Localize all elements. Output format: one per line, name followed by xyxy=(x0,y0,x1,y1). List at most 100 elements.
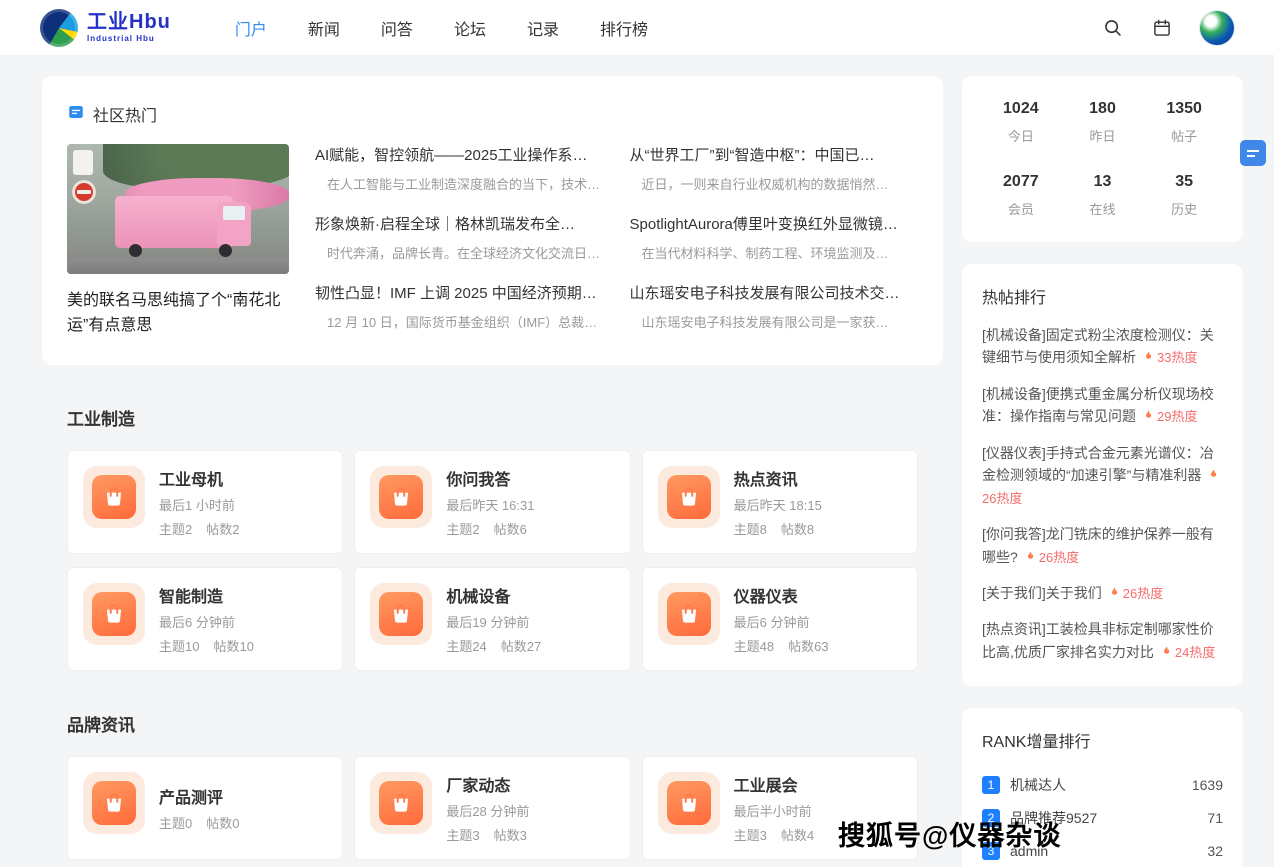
forum-card[interactable]: 产品测评 主题0 帖数0 xyxy=(67,756,343,860)
hot-post-item[interactable]: [仪器仪表]手持式合金元素光谱仪：冶金检测领域的“加速引擎”与精准利器 26热度 xyxy=(982,442,1223,511)
hot-section-title: 社区热门 xyxy=(93,102,157,126)
forum-bag-icon xyxy=(370,583,432,645)
rank-user: 机械达人 xyxy=(1010,775,1192,795)
stat-label: 会员 xyxy=(980,199,1062,218)
forum-posts: 帖数0 xyxy=(206,813,239,832)
hot-post-item[interactable]: [机械设备]固定式粉尘浓度检测仪：关键细节与使用须知全解析33热度 xyxy=(982,324,1223,370)
rank-title: RANK增量排行 xyxy=(982,728,1223,752)
rank-score: 71 xyxy=(1207,810,1223,826)
section-title-brand: 品牌资讯 xyxy=(67,711,943,736)
logo-icon xyxy=(40,9,78,47)
rank-score: 1639 xyxy=(1192,777,1223,793)
forum-card[interactable]: 智能制造 最后6 分钟前 主题10 帖数10 xyxy=(67,567,343,671)
main-nav: 门户 新闻 问答 论坛 记录 排行榜 xyxy=(235,16,648,40)
forum-last-post: 最后昨天 16:31 xyxy=(446,495,534,514)
nav-item-news[interactable]: 新闻 xyxy=(308,16,340,40)
featured-post: 美的联名马思纯搞了个“南花北运”有点意思 xyxy=(67,144,289,339)
hot-post-item[interactable]: [你问我答]龙门铣床的维护保养一般有哪些?26热度 xyxy=(982,523,1223,569)
hot-post-heat: 33热度 xyxy=(1157,350,1197,365)
flame-icon xyxy=(1024,547,1036,569)
news-desc: 时代奔涌，品牌长青。在全球经济文化交流日… xyxy=(315,243,604,262)
stat-label: 帖子 xyxy=(1143,126,1225,145)
nav-item-ranking[interactable]: 排行榜 xyxy=(600,16,648,40)
forum-bag-icon xyxy=(370,772,432,834)
floating-signin-button[interactable] xyxy=(1240,140,1266,166)
flame-icon xyxy=(1142,347,1154,369)
stat-yesterday: 180 昨日 xyxy=(1062,100,1144,145)
flame-icon xyxy=(1207,465,1219,487)
news-item[interactable]: 从“世界工厂”到“智造中枢”：中国已… 近日，一则来自行业权威机构的数据悄然… xyxy=(630,144,919,193)
rank-score: 32 xyxy=(1207,843,1223,859)
forum-stats: 主题10 帖数10 xyxy=(159,636,254,655)
forum-name: 热点资讯 xyxy=(734,466,822,490)
forum-card[interactable]: 热点资讯 最后昨天 18:15 主题8 帖数8 xyxy=(642,450,918,554)
news-desc: 近日，一则来自行业权威机构的数据悄然… xyxy=(630,174,919,193)
news-desc: 在人工智能与工业制造深度融合的当下，技术… xyxy=(315,174,604,193)
forum-posts: 帖数4 xyxy=(781,825,814,844)
forum-topics: 主题48 xyxy=(734,636,774,655)
news-item[interactable]: AI赋能，智控领航——2025工业操作系… 在人工智能与工业制造深度融合的当下，… xyxy=(315,144,604,193)
image-truck-window xyxy=(223,206,245,220)
page: 工业Hbu Industrial Hbu 门户 新闻 问答 论坛 记录 排行榜 xyxy=(0,0,1274,867)
forum-name: 智能制造 xyxy=(159,583,254,607)
forum-posts: 帖数27 xyxy=(501,636,541,655)
forum-grid-industry: 工业母机 最后1 小时前 主题2 帖数2 你问我答 最后昨天 16:31 xyxy=(67,450,918,671)
featured-post-title[interactable]: 美的联名马思纯搞了个“南花北运”有点意思 xyxy=(67,289,289,339)
hot-post-item[interactable]: [热点资讯]工装检具非标定制哪家性价比高,优质厂家排名实力对比24热度 xyxy=(982,618,1223,664)
forum-topics: 主题2 xyxy=(446,519,479,538)
rank-row[interactable]: 1 机械达人 1639 xyxy=(982,768,1223,801)
stat-posts: 1350 帖子 xyxy=(1143,100,1225,145)
flame-icon xyxy=(1160,642,1172,664)
hot-post-heat: 29热度 xyxy=(1157,409,1197,424)
news-item[interactable]: SpotlightAurora傅里叶变换红外显微镜… 在当代材料科学、制药工程、… xyxy=(630,213,919,262)
hot-post-item[interactable]: [机械设备]便携式重金属分析仪现场校准：操作指南与常见问题29热度 xyxy=(982,383,1223,429)
hot-post-text: [仪器仪表]手持式合金元素光谱仪：冶金检测领域的“加速引擎”与精准利器 xyxy=(982,445,1214,483)
hot-post-item[interactable]: [关于我们]关于我们26热度 xyxy=(982,582,1223,605)
stat-today: 1024 今日 xyxy=(980,100,1062,145)
forum-card[interactable]: 机械设备 最后19 分钟前 主题24 帖数27 xyxy=(354,567,630,671)
forum-last-post: 最后6 分钟前 xyxy=(159,612,254,631)
rank-number: 1 xyxy=(982,776,1000,794)
hot-post-heat: 24热度 xyxy=(1175,645,1215,660)
stat-online: 13 在线 xyxy=(1062,173,1144,218)
hot-post-heat: 26热度 xyxy=(982,491,1022,506)
forum-posts: 帖数6 xyxy=(494,519,527,538)
news-item[interactable]: 山东瑶安电子科技发展有限公司技术交… 山东瑶安电子科技发展有限公司是一家获… xyxy=(630,282,919,331)
user-avatar[interactable] xyxy=(1200,11,1234,45)
forum-topics: 主题24 xyxy=(446,636,486,655)
community-hot-card: 社区热门 xyxy=(42,76,943,365)
forum-card[interactable]: 厂家动态 最后28 分钟前 主题3 帖数3 xyxy=(354,756,630,860)
forum-name: 仪器仪表 xyxy=(734,583,829,607)
news-item[interactable]: 韧性凸显！IMF 上调 2025 中国经济预期… 12 月 10 日，国际货币基… xyxy=(315,282,604,331)
nav-item-records[interactable]: 记录 xyxy=(527,16,559,40)
hot-posts-title: 热帖排行 xyxy=(982,284,1223,308)
nav-item-qa[interactable]: 问答 xyxy=(381,16,413,40)
watermark: 搜狐号@仪器杂谈 xyxy=(838,814,1061,853)
forum-last-post: 最后6 分钟前 xyxy=(734,612,829,631)
forum-bag-icon xyxy=(658,772,720,834)
forum-topics: 主题10 xyxy=(159,636,199,655)
news-title: SpotlightAurora傅里叶变换红外显微镜… xyxy=(630,213,919,234)
site-logo[interactable]: 工业Hbu Industrial Hbu xyxy=(40,9,171,47)
forum-last-post: 最后半小时前 xyxy=(734,801,814,820)
nav-item-portal[interactable]: 门户 xyxy=(235,16,267,40)
news-title: 韧性凸显！IMF 上调 2025 中国经济预期… xyxy=(315,282,604,303)
news-title: 山东瑶安电子科技发展有限公司技术交… xyxy=(630,282,919,303)
calendar-icon[interactable] xyxy=(1150,16,1174,40)
forum-card[interactable]: 仪器仪表 最后6 分钟前 主题48 帖数63 xyxy=(642,567,918,671)
forum-card[interactable]: 工业母机 最后1 小时前 主题2 帖数2 xyxy=(67,450,343,554)
forum-last-post: 最后19 分钟前 xyxy=(446,612,541,631)
stat-value: 180 xyxy=(1062,100,1144,118)
site-stats-card: 1024 今日 180 昨日 1350 帖子 2077 会员 13 在线 xyxy=(962,76,1243,242)
nav-item-forum[interactable]: 论坛 xyxy=(454,16,486,40)
news-item[interactable]: 形象焕新·启程全球｜格林凯瑞发布全… 时代奔涌，品牌长青。在全球经济文化交流日… xyxy=(315,213,604,262)
forum-stats: 主题2 帖数2 xyxy=(159,519,239,538)
left-column: 社区热门 xyxy=(42,76,943,867)
image-no-entry-bar xyxy=(77,190,91,194)
forum-stats: 主题48 帖数63 xyxy=(734,636,829,655)
search-icon[interactable] xyxy=(1100,16,1124,40)
news-desc: 山东瑶安电子科技发展有限公司是一家获… xyxy=(630,312,919,331)
featured-post-image[interactable] xyxy=(67,144,289,274)
forum-card[interactable]: 你问我答 最后昨天 16:31 主题2 帖数6 xyxy=(354,450,630,554)
forum-posts: 帖数3 xyxy=(494,825,527,844)
